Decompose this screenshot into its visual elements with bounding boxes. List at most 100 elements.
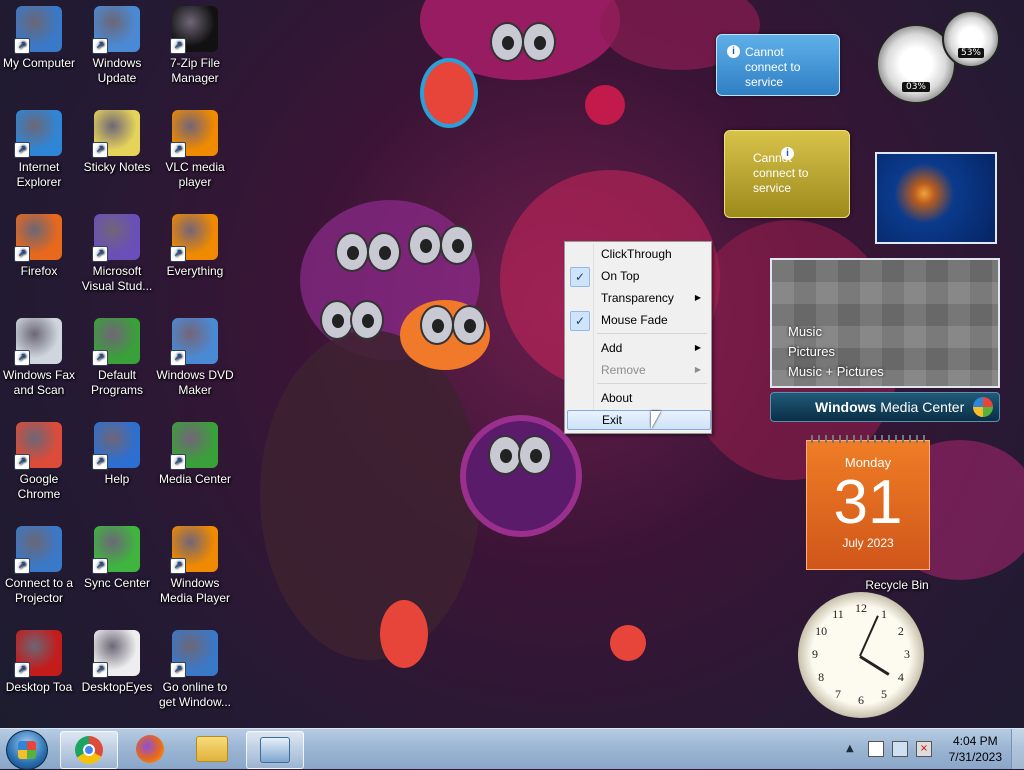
firefox-icon — [136, 735, 164, 763]
sticky-notes-icon: ↗ — [92, 110, 140, 158]
chrome-icon — [75, 736, 103, 764]
media-center-item-music-pictures[interactable]: Music + Pictures — [788, 362, 884, 382]
clock-number: 9 — [812, 647, 818, 661]
taskbar-clock[interactable]: 4:04 PM 7/31/2023 — [949, 733, 1002, 765]
desktop-icon-label: Windows Media Player — [159, 576, 231, 605]
shortcut-arrow-icon: ↗ — [92, 558, 108, 574]
desktop-toa-icon: ↗ — [14, 630, 62, 678]
desktop-icon[interactable]: ↗ Default Programs — [78, 318, 156, 398]
wallpaper-eye — [522, 22, 556, 62]
menu-item-label: About — [601, 391, 633, 405]
slideshow-gadget[interactable] — [875, 152, 997, 244]
volume-mute-icon[interactable]: × — [916, 741, 932, 757]
desktop-icon[interactable]: ↗ Internet Explorer — [0, 110, 78, 190]
taskbar-firefox-button[interactable] — [122, 731, 178, 767]
desktop-icon[interactable]: ↗ Windows DVD Maker — [156, 318, 234, 398]
desktop-icon-label: Media Center — [158, 472, 232, 486]
menu-item-mouse-fade[interactable]: ✓ Mouse Fade — [567, 310, 709, 331]
desktop-icon[interactable]: ↗ Sync Center — [78, 526, 156, 591]
windows-logo-icon: ↗ — [170, 630, 218, 678]
menu-item-on-top[interactable]: ✓ On Top — [567, 266, 709, 287]
default-programs-icon: ↗ — [92, 318, 140, 366]
desktop-icon[interactable]: ↗ Everything — [156, 214, 234, 279]
visual-studio-icon: ↗ — [92, 214, 140, 262]
memory-gauge: 53% — [942, 10, 1000, 68]
clock-number: 1 — [881, 607, 887, 622]
shortcut-arrow-icon: ↗ — [92, 246, 108, 262]
desktop-icon[interactable]: ↗ DesktopEyes — [78, 630, 156, 695]
ie-icon: ↗ — [14, 110, 62, 158]
shortcut-arrow-icon: ↗ — [14, 142, 30, 158]
menu-item-transparency[interactable]: Transparency ▶ — [567, 288, 709, 308]
wallpaper-eye — [490, 22, 524, 62]
menu-item-about[interactable]: About — [567, 388, 709, 408]
shortcut-arrow-icon: ↗ — [92, 142, 108, 158]
desktop-icon-label: Desktop Toa — [5, 680, 73, 694]
fax-icon: ↗ — [14, 318, 62, 366]
projector-icon: ↗ — [14, 526, 62, 574]
wallpaper-blob — [380, 600, 428, 668]
shortcut-arrow-icon: ↗ — [14, 246, 30, 262]
desktop-icon[interactable]: ↗ Microsoft Visual Stud... — [78, 214, 156, 294]
taskbar-desktop-toa-button[interactable] — [246, 731, 304, 769]
menu-item-clickthrough[interactable]: ClickThrough — [567, 244, 709, 264]
desktop-icon-label: Internet Explorer — [16, 160, 62, 189]
desktop-icon[interactable]: ↗ Desktop Toa — [0, 630, 78, 695]
mouse-cursor-icon — [651, 411, 661, 429]
action-center-icon[interactable] — [868, 741, 884, 757]
recycle-bin[interactable]: Recycle Bin — [858, 578, 936, 593]
media-center-brand-bar[interactable]: Windows Media Center — [770, 392, 1000, 422]
shortcut-arrow-icon: ↗ — [170, 662, 186, 678]
desktop-icon-label: DesktopEyes — [81, 680, 153, 694]
cpu-value: 03% — [902, 82, 930, 92]
desktop-icon[interactable]: ↗ Media Center — [156, 422, 234, 487]
clock-number: 10 — [815, 624, 828, 638]
desktop-icon[interactable]: ↗ Windows Media Player — [156, 526, 234, 606]
desktop-icon-label: VLC media player — [165, 160, 225, 189]
desktop-icon-label: Everything — [166, 264, 224, 278]
menu-item-exit[interactable]: Exit — [567, 410, 711, 430]
desktop-icon[interactable]: ↗ Connect to a Projector — [0, 526, 78, 606]
desktop-icon-label: Help — [104, 472, 130, 486]
clock-gadget[interactable]: 12 1 2 3 4 5 6 7 8 9 10 11 — [798, 592, 924, 718]
calendar-gadget[interactable]: Monday 31 July 2023 — [806, 435, 930, 570]
network-icon[interactable] — [892, 741, 908, 757]
desktop-icon[interactable]: ↗ Google Chrome — [0, 422, 78, 502]
desktop-icon[interactable]: ↗ 7-Zip File Manager — [156, 6, 234, 86]
clock-number: 5 — [881, 686, 887, 701]
checkmark-icon: ✓ — [570, 311, 590, 331]
sync-icon: ↗ — [92, 526, 140, 574]
calendar-day: 31 — [833, 468, 903, 537]
media-center-item-pictures[interactable]: Pictures — [788, 342, 884, 362]
desktop-icon[interactable]: ↗ Help — [78, 422, 156, 487]
desktop-icon[interactable]: ↗ Windows Update — [78, 6, 156, 86]
start-button[interactable] — [6, 730, 48, 770]
taskbar-chrome-button[interactable] — [60, 731, 118, 769]
media-center-gadget[interactable]: Music Pictures Music + Pictures — [770, 258, 1000, 388]
desktop-icon[interactable]: ↗ Windows Fax and Scan — [0, 318, 78, 398]
desktop-icon-label: Default Programs — [90, 368, 143, 397]
shortcut-arrow-icon: ↗ — [170, 38, 186, 54]
desktop-icon[interactable]: ↗ Sticky Notes — [78, 110, 156, 175]
media-center-item-music[interactable]: Music — [788, 322, 884, 342]
weather-gadget[interactable]: i Cannot connect to service — [724, 130, 850, 218]
desktop-icon[interactable]: ↗ Firefox — [0, 214, 78, 279]
desktop-icon[interactable]: ↗ Go online to get Window... — [156, 630, 234, 710]
taskbar-explorer-button[interactable] — [184, 731, 240, 767]
windows-update-icon: ↗ — [92, 6, 140, 54]
shortcut-arrow-icon: ↗ — [14, 662, 30, 678]
media-player-icon: ↗ — [170, 526, 218, 574]
desktop-icon[interactable]: ↗ VLC media player — [156, 110, 234, 190]
desktop-icon[interactable]: ↗ My Computer — [0, 6, 78, 71]
show-desktop-button[interactable] — [1011, 729, 1024, 769]
menu-item-add[interactable]: Add ▶ — [567, 338, 709, 358]
taskbar-time: 4:04 PM — [952, 734, 998, 748]
gadget-context-menu: ClickThrough ✓ On Top Transparency ▶ ✓ Mouse F… — [564, 241, 712, 434]
cpu-meter-gadget[interactable]: 03% 53% — [870, 10, 1010, 104]
show-hidden-icons-icon[interactable]: ▲ — [846, 743, 854, 754]
computer-icon: ↗ — [14, 6, 62, 54]
wallpaper-eye — [420, 305, 454, 345]
feed-gadget[interactable]: i Cannot connect to service — [716, 34, 840, 96]
info-icon: i — [781, 147, 794, 160]
7zip-icon: ↗ — [170, 6, 218, 54]
